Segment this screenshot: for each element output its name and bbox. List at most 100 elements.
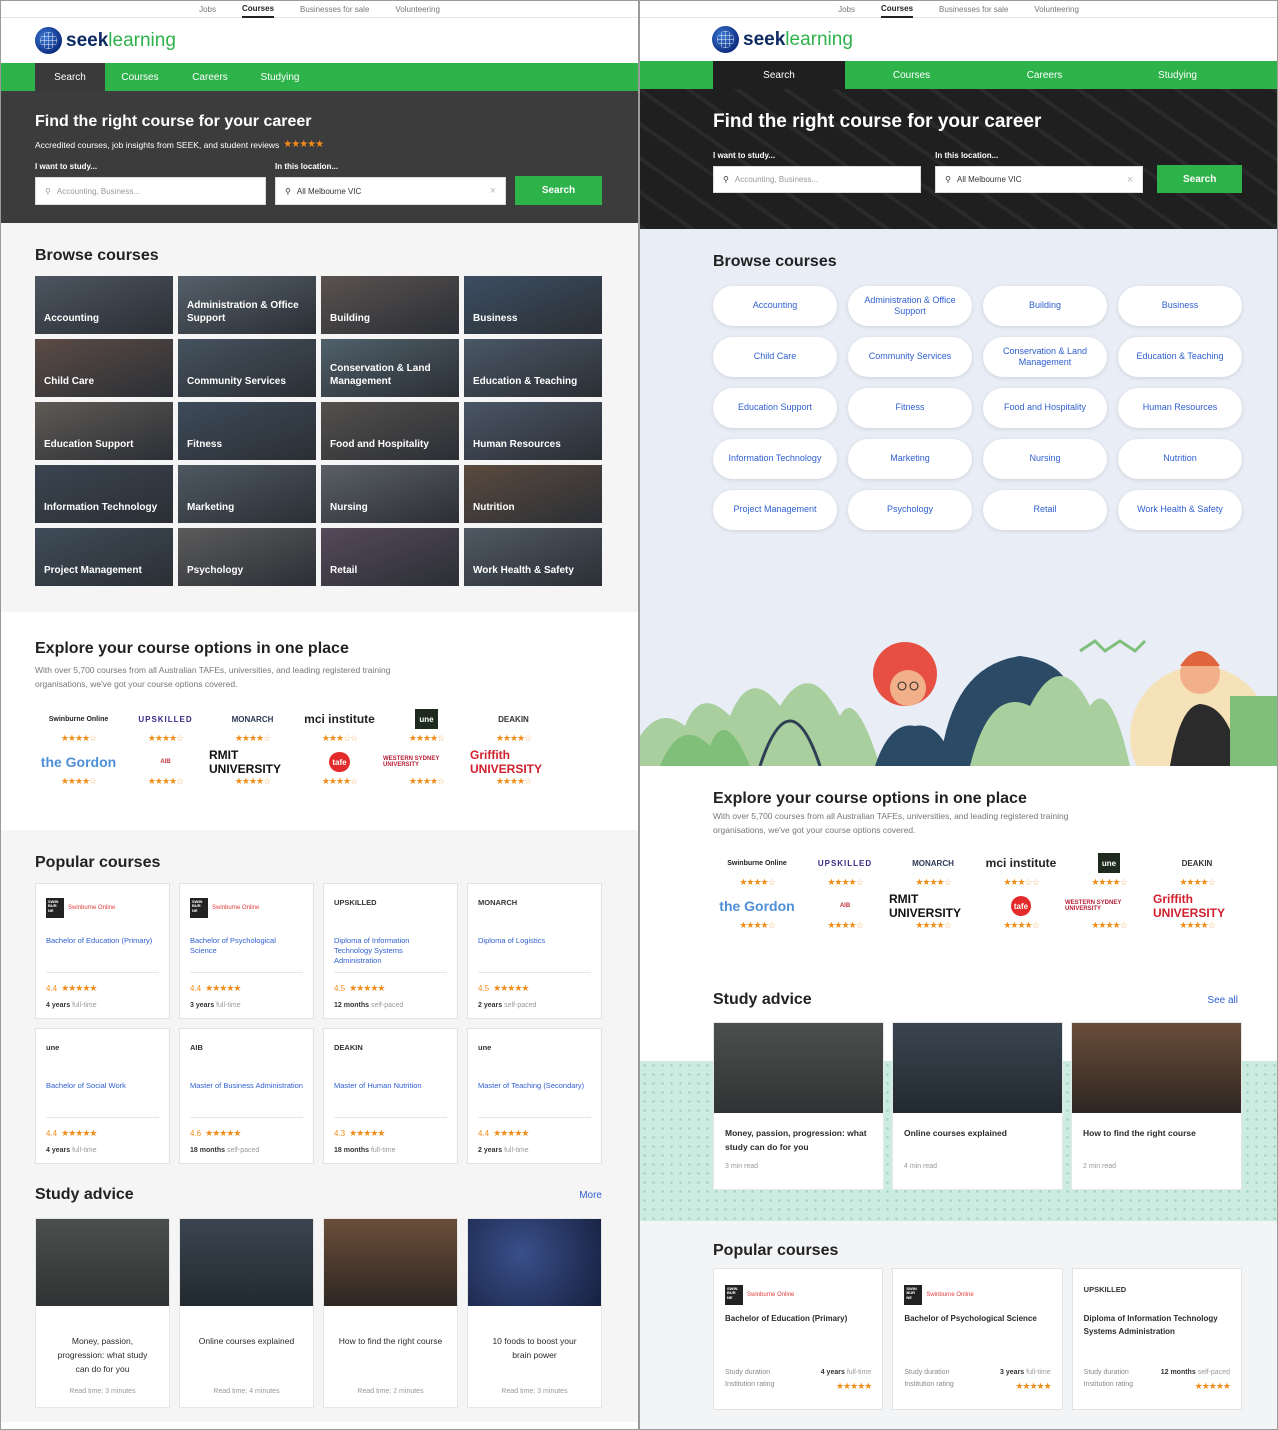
- category-tile[interactable]: Community Services: [178, 339, 316, 397]
- category-tile[interactable]: Human Resources: [464, 402, 602, 460]
- category-pill[interactable]: Building: [983, 286, 1107, 326]
- nav-search[interactable]: Search: [713, 61, 845, 89]
- category-tile[interactable]: Education & Teaching: [464, 339, 602, 397]
- category-pill[interactable]: Project Management: [713, 490, 837, 530]
- clear-icon[interactable]: ×: [490, 185, 496, 197]
- more-link[interactable]: More: [579, 1190, 602, 1201]
- course-card[interactable]: UPSKILLED Diploma of Information Technol…: [1071, 1268, 1242, 1410]
- topnav-courses[interactable]: Courses: [881, 1, 914, 18]
- category-tile[interactable]: Marketing: [178, 465, 316, 523]
- nav-courses[interactable]: Courses: [105, 63, 175, 91]
- nav-studying[interactable]: Studying: [245, 63, 315, 91]
- course-card[interactable]: une Bachelor of Social Work 4.4 ★★★★★ 4 y…: [35, 1028, 170, 1164]
- topnav-jobs[interactable]: Jobs: [838, 2, 855, 17]
- category-tile[interactable]: Nursing: [321, 465, 459, 523]
- course-card[interactable]: SWIN BUR NE Swinburne Online Bachelor of …: [179, 883, 314, 1019]
- location-input[interactable]: ⚲ All Melbourne VIC ×: [935, 166, 1144, 193]
- study-input[interactable]: ⚲ Accounting, Business...: [35, 177, 266, 205]
- course-card[interactable]: SWIN BUR NE Swinburne Online Bachelor of …: [892, 1268, 1063, 1410]
- category-pill[interactable]: Marketing: [848, 439, 972, 479]
- advice-card[interactable]: Online courses explained Read time: 4 mi…: [179, 1218, 314, 1408]
- advice-card[interactable]: Money, passion, progression: what study …: [713, 1022, 884, 1190]
- category-pill[interactable]: Nursing: [983, 439, 1107, 479]
- provider-logo-item[interactable]: MONARCH ★★★★☆: [209, 709, 296, 744]
- category-pill[interactable]: Work Health & Safety: [1118, 490, 1242, 530]
- provider-logo-item[interactable]: Griffith UNIVERSITY ★★★★☆: [1153, 892, 1241, 931]
- category-pill[interactable]: Retail: [983, 490, 1107, 530]
- category-tile[interactable]: Accounting: [35, 276, 173, 334]
- provider-logo-item[interactable]: tafe ★★★★☆: [977, 896, 1065, 931]
- topnav-volunteering[interactable]: Volunteering: [1034, 2, 1078, 17]
- category-pill[interactable]: Accounting: [713, 286, 837, 326]
- course-card[interactable]: UPSKILLED Diploma of Information Technol…: [323, 883, 458, 1019]
- search-button[interactable]: Search: [1157, 165, 1242, 193]
- nav-search[interactable]: Search: [35, 63, 105, 91]
- course-card[interactable]: MONARCH Diploma of Logistics 4.5 ★★★★★ 2 …: [467, 883, 602, 1019]
- provider-logo-item[interactable]: mci institute ★★★☆☆: [977, 853, 1065, 888]
- provider-logo-item[interactable]: AIB ★★★★☆: [122, 752, 209, 787]
- topnav-courses[interactable]: Courses: [242, 1, 275, 18]
- category-tile[interactable]: Administration & Office Support: [178, 276, 316, 334]
- category-pill[interactable]: Nutrition: [1118, 439, 1242, 479]
- provider-logo-item[interactable]: Swinburne Online ★★★★☆: [713, 853, 801, 888]
- seek-learning-logo[interactable]: seek learning: [712, 26, 853, 53]
- provider-logo-item[interactable]: RMIT UNIVERSITY ★★★★☆: [209, 748, 296, 787]
- course-card[interactable]: SWIN BUR NE Swinburne Online Bachelor of …: [713, 1268, 884, 1410]
- category-tile[interactable]: Project Management: [35, 528, 173, 586]
- provider-logo-item[interactable]: Swinburne Online ★★★★☆: [35, 709, 122, 744]
- provider-logo-item[interactable]: Griffith UNIVERSITY ★★★★☆: [470, 748, 557, 787]
- category-pill[interactable]: Education & Teaching: [1118, 337, 1242, 377]
- advice-card[interactable]: How to find the right course Read time: …: [323, 1218, 458, 1408]
- category-tile[interactable]: Information Technology: [35, 465, 173, 523]
- category-pill[interactable]: Community Services: [848, 337, 972, 377]
- provider-logo-item[interactable]: the Gordon ★★★★☆: [713, 896, 801, 931]
- provider-logo-item[interactable]: tafe ★★★★☆: [296, 752, 383, 787]
- nav-studying[interactable]: Studying: [1111, 61, 1244, 89]
- category-pill[interactable]: Education Support: [713, 388, 837, 428]
- category-tile[interactable]: Conservation & Land Management: [321, 339, 459, 397]
- topnav-volunteering[interactable]: Volunteering: [395, 2, 439, 17]
- provider-logo-item[interactable]: MONARCH ★★★★☆: [889, 853, 977, 888]
- category-tile[interactable]: Business: [464, 276, 602, 334]
- provider-logo-item[interactable]: AIB ★★★★☆: [801, 896, 889, 931]
- category-pill[interactable]: Human Resources: [1118, 388, 1242, 428]
- category-tile[interactable]: Work Health & Safety: [464, 528, 602, 586]
- category-tile[interactable]: Food and Hospitality: [321, 402, 459, 460]
- category-tile[interactable]: Building: [321, 276, 459, 334]
- category-pill[interactable]: Administration & Office Support: [848, 286, 972, 326]
- topnav-jobs[interactable]: Jobs: [199, 2, 216, 17]
- provider-logo-item[interactable]: WESTERN SYDNEY UNIVERSITY ★★★★☆: [383, 752, 470, 787]
- provider-logo-item[interactable]: UPSKILLED ★★★★☆: [801, 853, 889, 888]
- category-pill[interactable]: Conservation & Land Management: [983, 337, 1107, 377]
- course-card[interactable]: SWIN BUR NE Swinburne Online Bachelor of …: [35, 883, 170, 1019]
- category-pill[interactable]: Fitness: [848, 388, 972, 428]
- provider-logo-item[interactable]: the Gordon ★★★★☆: [35, 752, 122, 787]
- provider-logo-item[interactable]: UPSKILLED ★★★★☆: [122, 709, 209, 744]
- category-pill[interactable]: Food and Hospitality: [983, 388, 1107, 428]
- nav-careers[interactable]: Careers: [175, 63, 245, 91]
- category-pill[interactable]: Psychology: [848, 490, 972, 530]
- course-card[interactable]: AIB Master of Business Administration 4.…: [179, 1028, 314, 1164]
- advice-card[interactable]: 10 foods to boost your brain power Read …: [467, 1218, 602, 1408]
- course-card[interactable]: DEAKIN Master of Human Nutrition 4.3 ★★★★…: [323, 1028, 458, 1164]
- category-tile[interactable]: Retail: [321, 528, 459, 586]
- provider-logo-item[interactable]: RMIT UNIVERSITY ★★★★☆: [889, 892, 977, 931]
- category-tile[interactable]: Education Support: [35, 402, 173, 460]
- advice-card[interactable]: Money, passion, progression: what study …: [35, 1218, 170, 1408]
- topnav-businesses[interactable]: Businesses for sale: [939, 2, 1008, 17]
- topnav-businesses[interactable]: Businesses for sale: [300, 2, 369, 17]
- provider-logo-item[interactable]: DEAKIN ★★★★☆: [1153, 853, 1241, 888]
- provider-logo-item[interactable]: mci institute ★★★☆☆: [296, 709, 383, 744]
- seek-learning-logo[interactable]: seek learning: [35, 27, 176, 54]
- provider-logo-item[interactable]: WESTERN SYDNEY UNIVERSITY ★★★★☆: [1065, 896, 1153, 931]
- category-pill[interactable]: Business: [1118, 286, 1242, 326]
- category-tile[interactable]: Psychology: [178, 528, 316, 586]
- category-tile[interactable]: Fitness: [178, 402, 316, 460]
- provider-logo-item[interactable]: une ★★★★☆: [383, 709, 470, 744]
- study-input[interactable]: ⚲ Accounting, Business...: [713, 166, 922, 193]
- advice-card[interactable]: How to find the right course 2 min read: [1071, 1022, 1242, 1190]
- provider-logo-item[interactable]: DEAKIN ★★★★☆: [470, 709, 557, 744]
- location-input[interactable]: ⚲ All Melbourne VIC ×: [275, 177, 506, 205]
- course-card[interactable]: une Master of Teaching (Secondary) 4.4 ★★…: [467, 1028, 602, 1164]
- clear-icon[interactable]: ×: [1127, 174, 1133, 186]
